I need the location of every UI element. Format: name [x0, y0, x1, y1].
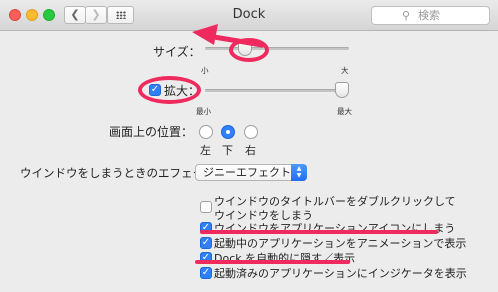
- annotation-circle-size-thumb: [229, 38, 269, 62]
- annotation-circle-magnification: [138, 76, 201, 104]
- annotation-underline-minimize-into-icon: [200, 230, 438, 234]
- annotation-underline-autohide: [195, 260, 350, 264]
